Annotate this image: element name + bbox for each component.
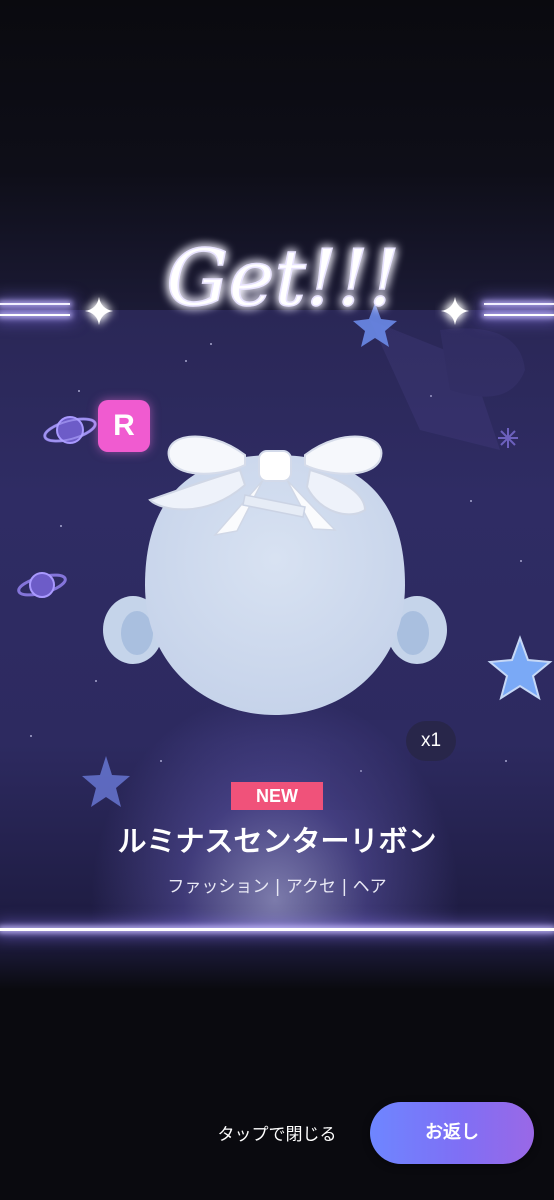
reward-screen[interactable]: Get!!! R x1 NEW ルミナスセンターリボン ファッション | アクセ… <box>0 0 554 1200</box>
tap-to-close-hint[interactable]: タップで閉じる <box>204 1120 350 1150</box>
divider-line <box>0 928 554 931</box>
planet-icon <box>17 572 67 598</box>
sparkle-icon <box>441 297 469 325</box>
get-title-text: Get!!! <box>166 234 400 324</box>
new-badge: NEW <box>231 782 323 810</box>
star-icon <box>82 756 130 807</box>
panel-fade <box>0 930 554 990</box>
item-name: ルミナスセンターリボン <box>117 824 437 858</box>
planet-icon <box>43 416 97 444</box>
quantity-badge: x1 <box>406 721 456 761</box>
return-gift-button[interactable]: お返し <box>370 1102 534 1164</box>
head-silhouette <box>103 455 447 715</box>
sparkle-icon <box>85 297 113 325</box>
get-title: Get!!! <box>85 233 469 325</box>
item-image <box>103 435 447 715</box>
star-icon <box>487 635 553 701</box>
sparkle-icon <box>498 428 518 448</box>
item-category: ファッション | アクセ | ヘア <box>167 877 387 897</box>
